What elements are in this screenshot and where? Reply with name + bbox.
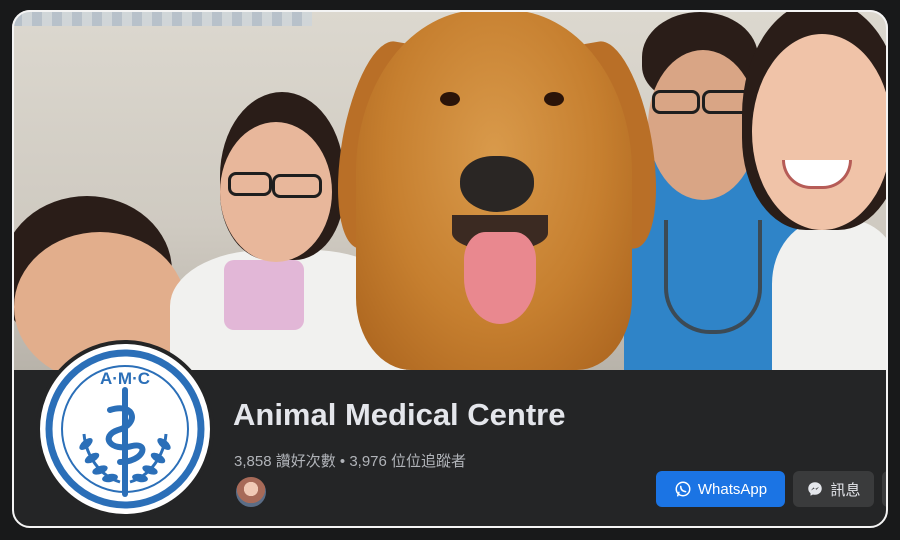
page-avatar[interactable]: A·M·C bbox=[36, 340, 214, 518]
cover-photo[interactable] bbox=[12, 10, 888, 370]
amc-logo: A·M·C bbox=[45, 349, 205, 509]
friend-avatar[interactable] bbox=[234, 475, 268, 509]
wall-tiles-decoration bbox=[12, 10, 312, 26]
more-button[interactable] bbox=[882, 471, 888, 507]
whatsapp-button[interactable]: WhatsApp bbox=[656, 471, 785, 507]
message-button-label: 訊息 bbox=[830, 481, 861, 499]
logo-text: A·M·C bbox=[100, 369, 150, 388]
page-title[interactable]: Animal Medical Centre bbox=[233, 397, 565, 433]
messenger-icon bbox=[806, 480, 824, 498]
stats-separator: • bbox=[339, 453, 346, 470]
whatsapp-button-label: WhatsApp bbox=[697, 480, 768, 498]
followers-count[interactable]: 3,976 位位追蹤者 bbox=[349, 453, 466, 470]
message-button[interactable]: 訊息 bbox=[793, 471, 874, 507]
likes-count[interactable]: 3,858 讚好次數 bbox=[234, 453, 336, 470]
whatsapp-icon bbox=[674, 480, 692, 498]
page-header-card: Animal Medical Centre 3,858 讚好次數 • 3,976… bbox=[12, 10, 888, 528]
page-stats: 3,858 讚好次數 • 3,976 位位追蹤者 bbox=[234, 450, 466, 471]
